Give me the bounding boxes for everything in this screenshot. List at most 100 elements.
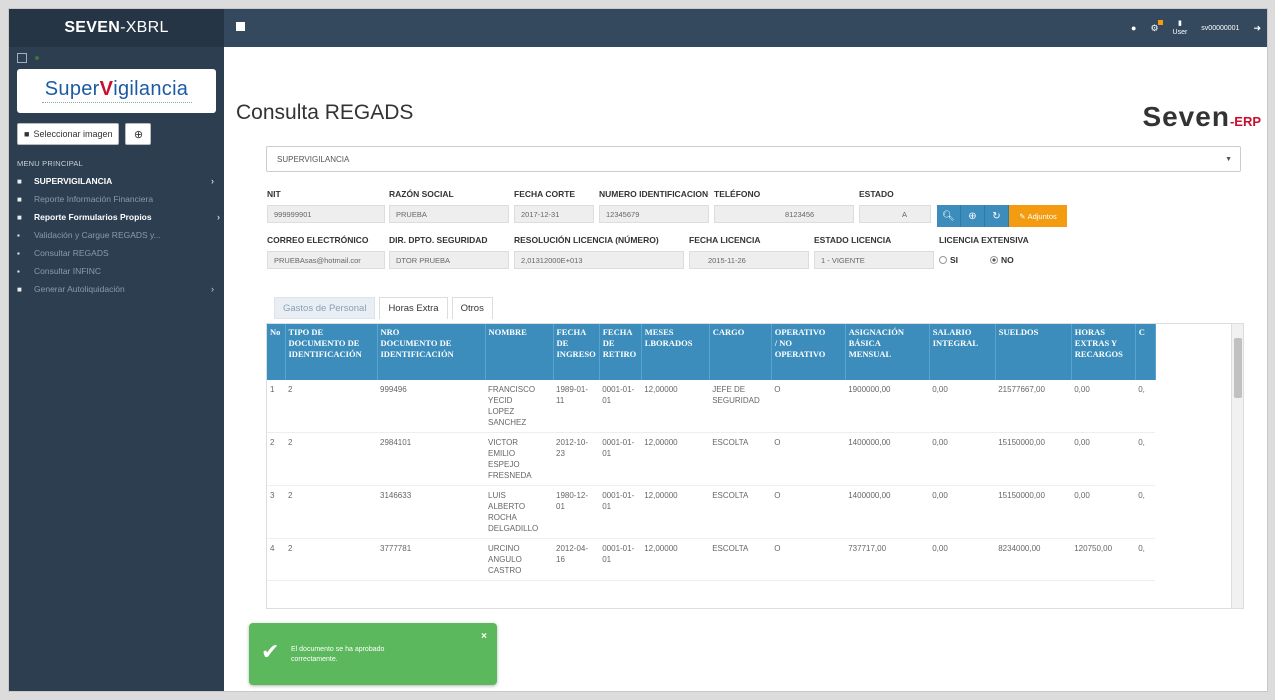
col-header-sueldos[interactable]: SUELDOS	[995, 324, 1072, 380]
col-header-horas-extras[interactable]: HORAS EXTRAS Y RECARGOS	[1071, 324, 1136, 380]
telefono-field[interactable]: 8123456	[714, 205, 854, 223]
sidebar-item-autoliquidacion[interactable]: ■ Generar Autoliquidación ›	[9, 280, 224, 298]
table-cell: JEFE DE SEGURIDAD	[709, 380, 772, 433]
col-header-no[interactable]: No	[267, 324, 286, 380]
dir-dpto-field[interactable]: DTOR PRUEBA	[389, 251, 509, 269]
sidebar-item-validacion[interactable]: ▪ Validación y Cargue REGADS y...	[9, 226, 224, 244]
checkmark-icon: ✔	[261, 639, 280, 664]
logout-icon[interactable]: ➜	[1253, 23, 1261, 34]
menu-title: MENU PRINCIPAL	[17, 159, 84, 168]
entity-select[interactable]: SUPERVIGILANCIA ▼	[266, 146, 1241, 172]
col-header-operativo[interactable]: OPERATIVO / NO OPERATIVO	[771, 324, 846, 380]
logo-erp: -ERP	[1229, 114, 1261, 129]
chevron-right-icon: ›	[211, 176, 214, 186]
sidebar-item-supervigilancia[interactable]: ■ SUPERVIGILANCIA ›	[9, 172, 224, 190]
folder-open-icon: ■	[17, 212, 22, 222]
app-window: SEVEN -XBRL SuperVigilancia ■ Seleccionar…	[8, 8, 1268, 692]
topbar-right: ● ⚙ ▮ User sv00000001 ➜	[1131, 9, 1261, 47]
correo-field[interactable]: PRUEBAsas@hotmail.cor	[267, 251, 385, 269]
sidebar-item-consultar-regads[interactable]: ▪ Consultar REGADS	[9, 244, 224, 262]
col-header-meses[interactable]: MESES LBORADOS	[641, 324, 710, 380]
tab-otros[interactable]: Otros	[451, 297, 493, 319]
label-estado-licencia: ESTADO LICENCIA	[814, 235, 892, 245]
sidebar-item-label: Consultar REGADS	[34, 248, 109, 258]
table-cell: 8234000,00	[995, 538, 1072, 581]
label-telefono: TELÉFONO	[714, 189, 761, 199]
logo-rest: igilancia	[113, 78, 189, 100]
target-button[interactable]: ⊕	[961, 205, 985, 227]
col-header-salario-integral[interactable]: SALARIO INTEGRAL	[929, 324, 996, 380]
table-cell: 1980-12- 01	[553, 485, 600, 539]
tab-gastos-personal[interactable]: Gastos de Personal	[274, 297, 376, 319]
target-icon: ⊕	[968, 210, 977, 222]
success-toast: ✔ El documento se ha aprobado correctame…	[249, 623, 497, 685]
tab-horas-extra[interactable]: Horas Extra	[379, 297, 448, 319]
sidebar-item-label: Reporte Formularios Propios	[34, 212, 152, 222]
vertical-scrollbar[interactable]	[1231, 324, 1243, 608]
user-menu[interactable]: ▮ User	[1173, 19, 1188, 37]
estado-field[interactable]: A	[859, 205, 931, 223]
fecha-corte-field[interactable]: 2017-12-31	[514, 205, 594, 223]
seven-erp-logo: Seven-ERP	[1142, 101, 1261, 133]
table-cell: 3146633	[377, 485, 485, 539]
table-cell: 0,00	[1071, 380, 1136, 433]
sidebar-item-consultar-infinc[interactable]: ▪ Consultar INFINC	[9, 262, 224, 280]
personnel-table-wrapper: No TIPO DE DOCUMENTO DE IDENTIFICACIÓN N…	[266, 323, 1244, 609]
entity-select-value: SUPERVIGILANCIA	[277, 154, 350, 164]
radio-no[interactable]: NO	[990, 255, 1014, 265]
table-cell: FRANCISCO YECID LOPEZ SANCHEZ	[485, 380, 553, 433]
menu-toggle-icon[interactable]	[236, 22, 245, 31]
scrollbar-thumb[interactable]	[1234, 338, 1242, 398]
brand-bold: SEVEN	[64, 19, 121, 36]
table-cell: O	[771, 380, 846, 433]
estado-licencia-field[interactable]: 1 - VIGENTE	[814, 251, 934, 269]
nit-field[interactable]: 999999901	[267, 205, 385, 223]
table-cell: 0,	[1135, 432, 1156, 486]
username[interactable]: sv00000001	[1201, 25, 1239, 32]
sidebar-tools	[9, 47, 224, 69]
select-image-button[interactable]: ■ Seleccionar imagen	[17, 123, 120, 145]
resolucion-field[interactable]: 2,01312000E+013	[514, 251, 684, 269]
collapse-square-icon[interactable]	[17, 53, 27, 63]
adjuntos-button[interactable]: ✎ Adjuntos	[1009, 205, 1067, 227]
radio-si[interactable]: SI	[939, 255, 958, 265]
table-cell: 1400000,00	[845, 485, 930, 539]
table-row[interactable]: 4 2 3777781 URCINO ANGULO CASTRO 2012-04- 16…	[267, 538, 1156, 581]
col-header-nombre[interactable]: NOMBRE	[485, 324, 554, 380]
sidebar-item-reporte-formularios[interactable]: ■ Reporte Formularios Propios ›	[9, 208, 224, 226]
table-cell: 4	[267, 538, 285, 581]
col-header-tipo-documento[interactable]: TIPO DE DOCUMENTO DE IDENTIFICACIÓN	[285, 324, 378, 380]
toast-message: El documento se ha aprobado correctament…	[291, 646, 385, 663]
col-header-fecha-retiro[interactable]: FECHA DE RETIRO	[599, 324, 642, 380]
table-cell: 12,00000	[641, 380, 710, 433]
close-icon[interactable]: ×	[481, 631, 487, 642]
app-brand[interactable]: SEVEN -XBRL	[9, 9, 224, 47]
search-button[interactable]: 🔍︎	[937, 205, 961, 227]
settings-cog-icon[interactable]: ⚙	[1150, 19, 1163, 34]
notification-dot-icon[interactable]: ●	[1131, 23, 1136, 33]
logo-seven: Seven	[1142, 101, 1230, 132]
table-cell: 0,	[1135, 538, 1156, 581]
label-fecha-licencia: FECHA LICENCIA	[689, 235, 761, 245]
col-header-asignacion[interactable]: ASIGNACIÓN BÁSICA MENSUAL	[845, 324, 930, 380]
table-row[interactable]: 3 2 3146633 LUIS ALBERTO ROCHA DELGADILLO 19…	[267, 485, 1156, 539]
col-header-fecha-ingreso[interactable]: FECHA DE INGRESO	[553, 324, 600, 380]
table-row[interactable]: 1 2 999496 FRANCISCO YECID LOPEZ SANCHEZ 198…	[267, 380, 1156, 433]
refresh-button[interactable]: ↻	[985, 205, 1009, 227]
table-cell: 0,00	[929, 432, 996, 486]
razon-social-field[interactable]: PRUEBA	[389, 205, 509, 223]
settings-button[interactable]: ⊕	[125, 123, 152, 145]
fecha-licencia-field[interactable]: 2015-11-26	[689, 251, 809, 269]
table-cell: 0,00	[1071, 485, 1136, 539]
table-cell: 15150000,00	[995, 432, 1072, 486]
table-cell: 0,00	[1071, 432, 1136, 486]
numero-identificacion-field[interactable]: 12345679	[599, 205, 709, 223]
table-cell: 2012-04- 16	[553, 538, 600, 581]
col-header-c[interactable]: C	[1135, 324, 1156, 380]
col-header-cargo[interactable]: CARGO	[709, 324, 772, 380]
table-row[interactable]: 2 2 2984101 VICTOR EMILIO ESPEJO FRESNEDA 20…	[267, 432, 1156, 486]
search-icon: 🔍︎	[942, 210, 955, 222]
col-header-nro-documento[interactable]: NRO DOCUMENTO DE IDENTIFICACIÓN	[377, 324, 486, 380]
sidebar-item-reporte-financiera[interactable]: ■ Reporte Información Financiera	[9, 190, 224, 208]
online-status-icon	[35, 56, 39, 60]
